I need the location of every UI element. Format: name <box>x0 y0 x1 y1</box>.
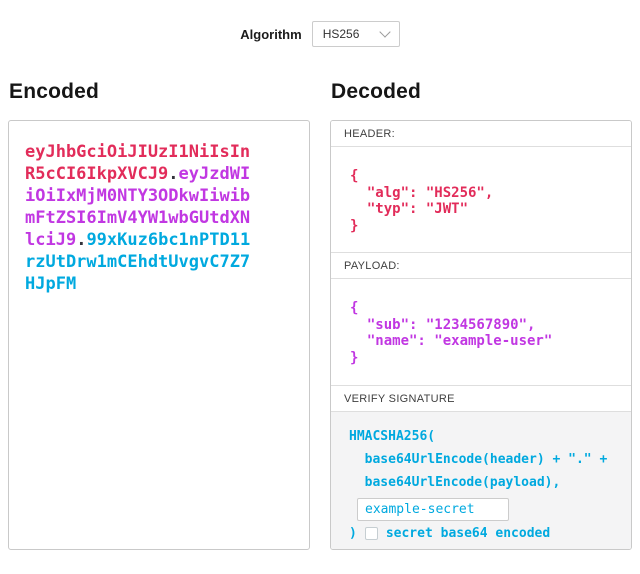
verify-signature-section-label: VERIFY SIGNATURE <box>331 386 631 412</box>
chevron-down-icon <box>379 26 390 37</box>
algorithm-select[interactable]: HS256 <box>312 21 400 47</box>
decoded-column: Decoded HEADER: { "alg": "HS256", "typ":… <box>330 80 632 550</box>
payload-json-editor[interactable]: { "sub": "1234567890", "name": "example-… <box>331 279 631 386</box>
algorithm-selected-value: HS256 <box>323 27 360 41</box>
main-columns: Encoded eyJhbGciOiJIUzI1NiIsInR5cCI6IkpX… <box>0 80 640 550</box>
secret-base64-checkbox[interactable] <box>365 527 378 540</box>
secret-input[interactable] <box>357 498 509 521</box>
secret-base64-label[interactable]: secret base64 encoded <box>386 526 550 541</box>
encoded-title: Encoded <box>9 80 310 104</box>
algorithm-row: Algorithm HS256 <box>0 0 640 47</box>
algorithm-label: Algorithm <box>240 27 301 42</box>
signature-code-close-row: ) secret base64 encoded <box>349 526 613 541</box>
payload-section-label: PAYLOAD: <box>331 253 631 279</box>
decoded-panel: HEADER: { "alg": "HS256", "typ": "JWT" }… <box>330 120 632 550</box>
jwt-token[interactable]: eyJhbGciOiJIUzI1NiIsInR5cCI6IkpXVCJ9.eyJ… <box>25 141 252 295</box>
jwt-debugger-page: Algorithm HS256 Encoded eyJhbGciOiJIUzI1… <box>0 0 640 550</box>
closing-paren: ) <box>349 526 357 541</box>
header-json-editor[interactable]: { "alg": "HS256", "typ": "JWT" } <box>331 147 631 253</box>
decoded-title: Decoded <box>331 80 632 104</box>
verify-signature-section: HMACSHA256( base64UrlEncode(header) + ".… <box>331 412 631 550</box>
header-section-label: HEADER: <box>331 121 631 147</box>
token-dot-separator-1: . <box>168 164 178 184</box>
signature-algorithm-code: HMACSHA256( base64UrlEncode(header) + ".… <box>349 425 613 494</box>
token-dot-separator-2: . <box>76 230 86 250</box>
encoded-token-editor[interactable]: eyJhbGciOiJIUzI1NiIsInR5cCI6IkpXVCJ9.eyJ… <box>8 120 310 550</box>
encoded-column: Encoded eyJhbGciOiJIUzI1NiIsInR5cCI6IkpX… <box>8 80 310 550</box>
